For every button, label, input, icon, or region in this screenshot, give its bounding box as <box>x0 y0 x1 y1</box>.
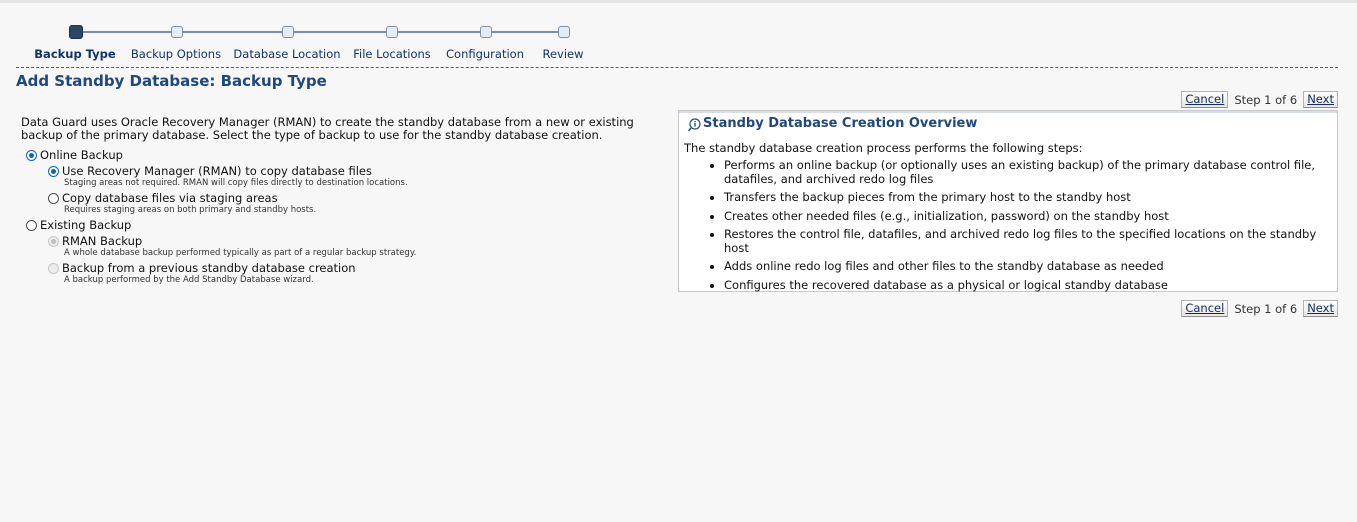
cancel-label: Cancel <box>1185 92 1225 106</box>
train-label-backup-options[interactable]: Backup Options <box>131 47 221 61</box>
cancel-button[interactable]: Cancel <box>1181 91 1229 108</box>
train-node-configuration[interactable] <box>480 26 492 38</box>
online-backup-option[interactable]: Online Backup <box>26 148 123 162</box>
use-rman-radio[interactable] <box>48 165 59 177</box>
train-label-review[interactable]: Review <box>542 47 583 61</box>
existing-backup-label: Existing Backup <box>40 218 132 232</box>
rman-backup-hint: A whole database backup performed typica… <box>64 248 417 258</box>
overview-title: Standby Database Creation Overview <box>703 116 978 131</box>
overview-step: Configures the recovered database as a p… <box>724 278 1334 293</box>
nav-buttons-top: Cancel Step 1 of 6 Next <box>1181 91 1338 108</box>
cancel-button-bottom[interactable]: Cancel <box>1181 300 1229 317</box>
use-rman-hint: Staging areas not required. RMAN will co… <box>64 178 408 188</box>
rman-backup-option: RMAN Backup <box>48 234 142 248</box>
overview-step: Restores the control file, datafiles, an… <box>724 227 1334 255</box>
rman-backup-label: RMAN Backup <box>62 234 143 248</box>
existing-backup-radio[interactable] <box>26 219 37 231</box>
train-node-backup-type[interactable] <box>69 25 83 39</box>
overview-step: Adds online redo log files and other fil… <box>724 259 1334 274</box>
train-node-database-location[interactable] <box>282 26 294 38</box>
train-label-file-locations[interactable]: File Locations <box>353 47 431 61</box>
staging-option[interactable]: Copy database files via staging areas <box>48 191 278 205</box>
info-icon <box>687 117 701 131</box>
previous-standby-label: Backup from a previous standby database … <box>62 261 356 275</box>
title-divider <box>16 67 1338 68</box>
wizard-train: Backup Type Backup Options Database Loca… <box>0 22 620 62</box>
step-indicator: Step 1 of 6 <box>1234 92 1298 107</box>
top-bar <box>0 0 1357 3</box>
staging-radio[interactable] <box>48 192 59 204</box>
overview-header: Standby Database Creation Overview <box>687 116 977 131</box>
use-rman-label: Use Recovery Manager (RMAN) to copy data… <box>62 164 372 178</box>
page-title: Add Standby Database: Backup Type <box>16 72 327 90</box>
cancel-label: Cancel <box>1185 301 1225 315</box>
overview-steps-list: Performs an online backup (or optionally… <box>711 158 1334 297</box>
staging-label: Copy database files via staging areas <box>62 191 278 205</box>
train-label-database-location[interactable]: Database Location <box>233 47 340 61</box>
train-label-configuration[interactable]: Configuration <box>446 47 524 61</box>
next-label: Next <box>1307 301 1334 315</box>
previous-standby-radio <box>48 262 59 274</box>
train-node-file-locations[interactable] <box>386 26 398 38</box>
next-button-bottom[interactable]: Next <box>1303 300 1338 317</box>
overview-step: Performs an online backup (or optionally… <box>724 158 1334 186</box>
overview-intro: The standby database creation process pe… <box>684 141 1083 155</box>
previous-standby-hint: A backup performed by the Add Standby Da… <box>64 275 314 285</box>
staging-hint: Requires staging areas on both primary a… <box>64 205 317 215</box>
next-label: Next <box>1307 92 1334 106</box>
intro-text: Data Guard uses Oracle Recovery Manager … <box>21 115 634 142</box>
train-node-review[interactable] <box>558 26 570 38</box>
use-rman-option[interactable]: Use Recovery Manager (RMAN) to copy data… <box>48 164 372 178</box>
overview-panel: Standby Database Creation Overview The s… <box>678 110 1338 292</box>
nav-buttons-bottom: Cancel Step 1 of 6 Next <box>1181 300 1338 317</box>
rman-backup-radio <box>48 235 59 247</box>
train-label-backup-type[interactable]: Backup Type <box>34 47 115 61</box>
existing-backup-option[interactable]: Existing Backup <box>26 218 131 232</box>
overview-step: Creates other needed files (e.g., initia… <box>724 209 1334 224</box>
train-node-backup-options[interactable] <box>171 26 183 38</box>
previous-standby-option: Backup from a previous standby database … <box>48 261 356 275</box>
overview-step: Transfers the backup pieces from the pri… <box>724 190 1334 205</box>
step-indicator-bottom: Step 1 of 6 <box>1234 301 1298 316</box>
online-backup-label: Online Backup <box>40 148 123 162</box>
online-backup-radio[interactable] <box>26 149 37 161</box>
next-button[interactable]: Next <box>1303 91 1338 108</box>
